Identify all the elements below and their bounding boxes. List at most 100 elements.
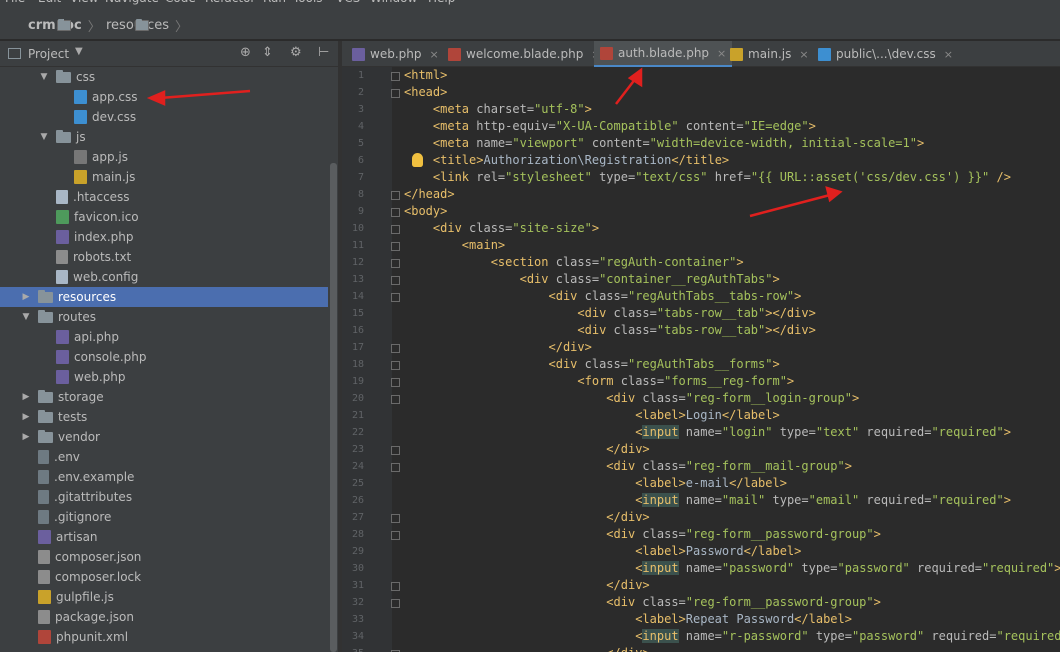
tree-item[interactable]: ▶ tests: [0, 407, 328, 427]
tree-item-label: .htaccess: [73, 190, 130, 204]
tree-item[interactable]: .htaccess: [0, 187, 328, 207]
code-line: <input name="mail" type="email" required…: [635, 493, 1011, 507]
menu-item[interactable]: Window: [370, 0, 417, 5]
menu-item[interactable]: VCS: [336, 0, 360, 5]
tree-item[interactable]: web.config: [0, 267, 328, 287]
breadcrumb-resources[interactable]: resources 〉: [86, 16, 188, 35]
code-editor[interactable]: 1 2 3 4 5 6 7 8 9 10 11 12 13 14 15 16 17 18 19 20 21 22 23 24 2…: [342, 67, 1060, 652]
editor-tab[interactable]: welcome.blade.php×: [442, 41, 607, 67]
fold-marker-icon[interactable]: [391, 463, 400, 472]
fold-marker-icon[interactable]: [391, 446, 400, 455]
collapse-arrow-icon[interactable]: ▶: [20, 412, 32, 422]
tree-item-label: .env.example: [54, 470, 135, 484]
target-icon[interactable]: ⊕: [240, 45, 251, 60]
tree-item[interactable]: app.css: [0, 87, 328, 107]
collapse-arrow-icon[interactable]: ▶: [20, 432, 32, 442]
css-file-icon: [818, 47, 831, 61]
editor-tab[interactable]: main.js ×: [724, 41, 815, 67]
tree-item-label: gulpfile.js: [56, 590, 114, 604]
tree-item[interactable]: favicon.ico: [0, 207, 328, 227]
line-number: 15: [351, 308, 364, 319]
menu-item[interactable]: Navigate: [105, 0, 159, 5]
tree-item[interactable]: robots.txt: [0, 247, 328, 267]
project-panel-title[interactable]: Project: [28, 47, 69, 61]
tree-item[interactable]: ▶ vendor: [0, 427, 328, 447]
close-tab-icon[interactable]: ×: [799, 48, 808, 61]
fold-marker-icon[interactable]: [391, 276, 400, 285]
project-tree-scrollbar[interactable]: [328, 67, 338, 652]
tree-item[interactable]: .gitignore: [0, 507, 328, 527]
code-line: <meta charset="utf-8">: [432, 102, 592, 116]
tree-item[interactable]: ▼ routes: [0, 307, 328, 327]
collapse-arrow-icon[interactable]: ▶: [20, 292, 32, 302]
close-tab-icon[interactable]: ×: [944, 48, 953, 61]
tree-item[interactable]: .env: [0, 447, 328, 467]
fold-marker-icon[interactable]: [391, 72, 400, 81]
fold-marker-icon[interactable]: [391, 378, 400, 387]
tree-item[interactable]: index.php: [0, 227, 328, 247]
menu-item[interactable]: Refactor: [205, 0, 255, 5]
fold-marker-icon[interactable]: [391, 344, 400, 353]
editor-tab[interactable]: web.php ×: [346, 41, 445, 67]
fold-marker-icon[interactable]: [391, 531, 400, 540]
code-line: <body>: [404, 204, 448, 218]
fold-marker-icon[interactable]: [391, 259, 400, 268]
menu-item[interactable]: Run: [263, 0, 286, 5]
code-line: <div class="site-size">: [432, 221, 600, 235]
tree-item[interactable]: ▶ storage: [0, 387, 328, 407]
menu-item[interactable]: Help: [428, 0, 455, 5]
tree-item[interactable]: api.php: [0, 327, 328, 347]
gear-icon[interactable]: ⚙: [290, 45, 302, 60]
fold-marker-icon[interactable]: [391, 514, 400, 523]
hide-icon[interactable]: ⊢: [318, 45, 329, 60]
dropdown-arrow-icon[interactable]: ▼: [75, 46, 83, 57]
fold-marker-icon[interactable]: [391, 191, 400, 200]
menu-item[interactable]: File: [5, 0, 25, 5]
expand-arrow-icon[interactable]: ▼: [38, 132, 50, 142]
expand-arrow-icon[interactable]: ▼: [38, 72, 50, 82]
tree-item[interactable]: phpunit.xml: [0, 627, 328, 647]
fold-marker-icon[interactable]: [391, 242, 400, 251]
project-icon: [8, 48, 21, 59]
fold-marker-icon[interactable]: [391, 208, 400, 217]
tree-item[interactable]: dev.css: [0, 107, 328, 127]
tree-item[interactable]: ▼ js: [0, 127, 328, 147]
tree-item-label: composer.lock: [55, 570, 142, 584]
tree-item[interactable]: .env.example: [0, 467, 328, 487]
editor-tab[interactable]: public\...\dev.css ×: [812, 41, 959, 67]
tree-item[interactable]: main.js: [0, 167, 328, 187]
fold-marker-icon[interactable]: [391, 582, 400, 591]
line-number: 21: [351, 410, 364, 421]
tree-item[interactable]: app.js: [0, 147, 328, 167]
fold-marker-icon[interactable]: [391, 225, 400, 234]
tree-item[interactable]: .gitattributes: [0, 487, 328, 507]
tree-item[interactable]: composer.lock: [0, 567, 328, 587]
tree-item[interactable]: composer.json: [0, 547, 328, 567]
tree-item[interactable]: gulpfile.js: [0, 587, 328, 607]
tree-item[interactable]: ▶ resources: [0, 287, 328, 307]
scrollbar-thumb[interactable]: [330, 163, 337, 652]
close-tab-icon[interactable]: ×: [429, 48, 438, 61]
fold-marker-icon[interactable]: [391, 395, 400, 404]
expand-arrow-icon[interactable]: ▼: [20, 312, 32, 322]
collapse-icon[interactable]: ⇕: [262, 45, 273, 60]
tree-item[interactable]: ▼ css: [0, 67, 328, 87]
menu-item[interactable]: Edit: [38, 0, 61, 5]
menu-item[interactable]: View: [70, 0, 98, 5]
fold-marker-icon[interactable]: [391, 361, 400, 370]
tree-item[interactable]: artisan: [0, 527, 328, 547]
collapse-arrow-icon[interactable]: ▶: [20, 392, 32, 402]
line-number: 27: [351, 512, 364, 523]
fold-marker-icon[interactable]: [391, 599, 400, 608]
tree-item[interactable]: console.php: [0, 347, 328, 367]
fold-marker-icon[interactable]: [391, 89, 400, 98]
code-line: </head>: [404, 187, 455, 201]
folder-icon: [135, 19, 149, 31]
menu-item[interactable]: Code: [165, 0, 196, 5]
tree-item[interactable]: web.php: [0, 367, 328, 387]
fold-marker-icon[interactable]: [391, 293, 400, 302]
menu-item[interactable]: Tools: [293, 0, 323, 5]
tab-label: auth.blade.php: [618, 46, 710, 60]
tree-item[interactable]: package.json: [0, 607, 328, 627]
editor-tab[interactable]: auth.blade.php ×: [594, 41, 733, 67]
